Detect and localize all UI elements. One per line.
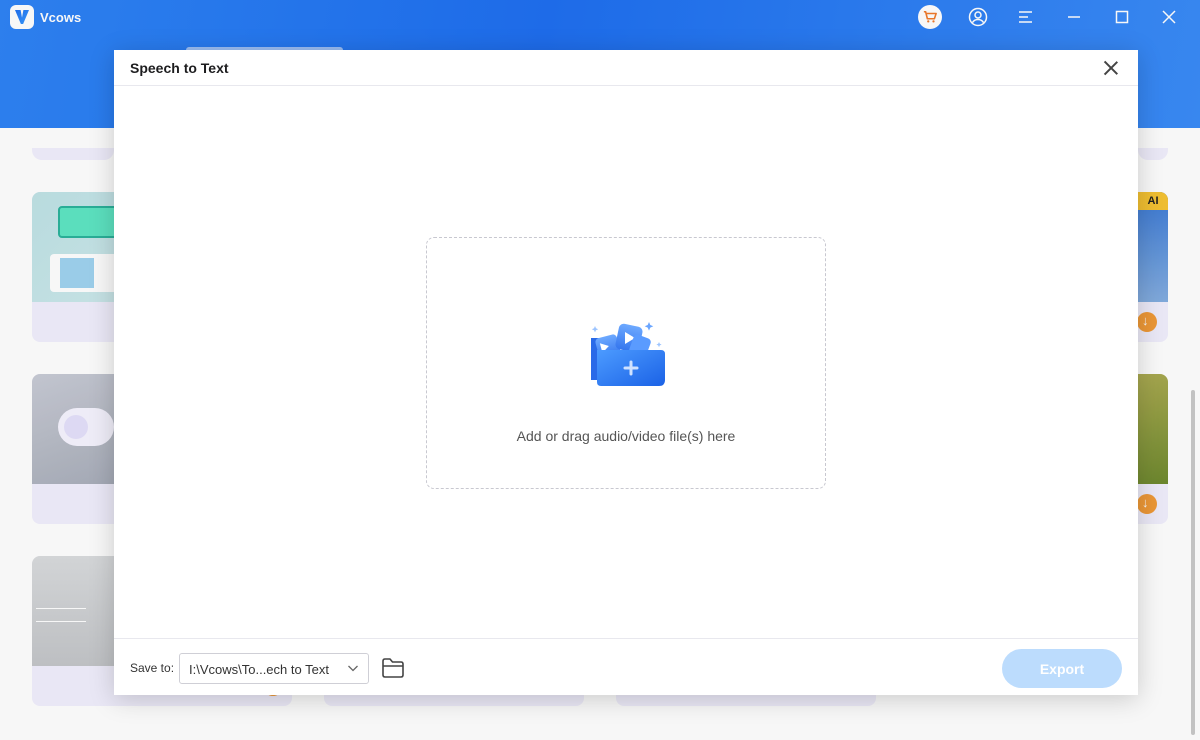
- open-folder-icon[interactable]: [380, 656, 406, 680]
- save-to-label: Save to:: [130, 661, 175, 675]
- speech-to-text-dialog: Speech to Text Add or drag audio/video f…: [114, 50, 1138, 695]
- dialog-footer: Save to: I:\Vcows\To...ech to Text Expor…: [114, 638, 1138, 695]
- dialog-header: Speech to Text: [114, 50, 1138, 86]
- save-path-select[interactable]: I:\Vcows\To...ech to Text: [179, 653, 369, 684]
- dialog-title: Speech to Text: [130, 60, 229, 76]
- dropzone-instruction: Add or drag audio/video file(s) here: [516, 428, 736, 444]
- add-media-folder-icon: [591, 322, 665, 386]
- file-drop-zone[interactable]: Add or drag audio/video file(s) here: [426, 237, 826, 489]
- close-dialog-icon[interactable]: [1102, 59, 1120, 77]
- export-button[interactable]: Export: [1002, 649, 1122, 688]
- chevron-down-icon: [348, 665, 358, 672]
- save-path-value: I:\Vcows\To...ech to Text: [189, 662, 329, 677]
